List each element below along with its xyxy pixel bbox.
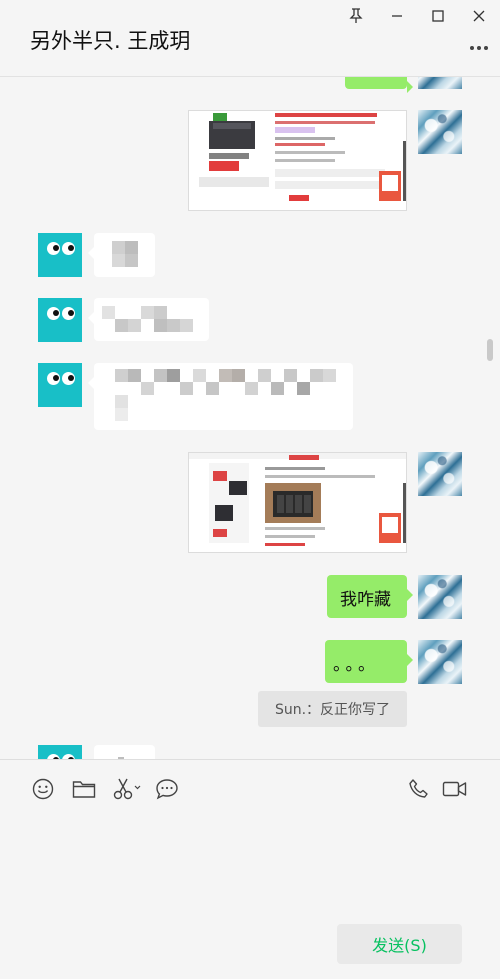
friend-avatar[interactable] bbox=[38, 745, 82, 759]
composer-toolbar bbox=[0, 759, 500, 817]
my-avatar[interactable] bbox=[418, 110, 462, 154]
image-message[interactable] bbox=[188, 110, 407, 211]
video-icon[interactable] bbox=[441, 776, 469, 802]
chat-header: 另外半只. 王成玥 bbox=[0, 0, 500, 77]
emoji-icon[interactable] bbox=[30, 776, 56, 802]
more-icon[interactable] bbox=[468, 38, 490, 58]
send-button[interactable]: 发送(S) bbox=[337, 924, 462, 964]
minimize-icon[interactable] bbox=[385, 5, 409, 27]
close-icon[interactable] bbox=[467, 5, 491, 27]
message-bubble-partial[interactable] bbox=[345, 77, 413, 93]
scrollbar-thumb[interactable] bbox=[487, 339, 493, 361]
image-message[interactable] bbox=[188, 452, 407, 553]
my-avatar[interactable] bbox=[418, 452, 462, 496]
pin-icon[interactable] bbox=[344, 5, 368, 27]
friend-avatar[interactable] bbox=[38, 363, 82, 407]
message-bubble-sent[interactable]: 我咋藏 bbox=[327, 575, 413, 618]
friend-avatar[interactable] bbox=[38, 233, 82, 277]
friend-avatar[interactable] bbox=[38, 298, 82, 342]
maximize-icon[interactable] bbox=[426, 5, 450, 27]
message-bubble-received[interactable] bbox=[88, 233, 155, 277]
quoted-message[interactable]: Sun.：反正你写了 bbox=[258, 691, 407, 727]
message-text: 我咋藏 bbox=[340, 590, 391, 610]
my-avatar[interactable] bbox=[418, 575, 462, 619]
my-avatar[interactable] bbox=[418, 640, 462, 684]
chat-title: 另外半只. 王成玥 bbox=[30, 29, 191, 53]
message-bubble-received[interactable] bbox=[88, 298, 209, 341]
message-bubble-sent[interactable]: 。。。 bbox=[325, 640, 413, 683]
message-text: 。。。 bbox=[333, 655, 379, 675]
message-list[interactable]: 我咋藏 。。。 Sun.：反正你写了 bbox=[0, 77, 500, 759]
message-bubble-received[interactable] bbox=[94, 745, 155, 759]
folder-icon[interactable] bbox=[71, 776, 97, 802]
phone-icon[interactable] bbox=[406, 776, 432, 802]
message-bubble-received[interactable] bbox=[88, 363, 353, 430]
scissors-icon[interactable] bbox=[112, 776, 144, 802]
chat-bubble-icon[interactable] bbox=[154, 776, 180, 802]
my-avatar[interactable] bbox=[418, 77, 462, 89]
